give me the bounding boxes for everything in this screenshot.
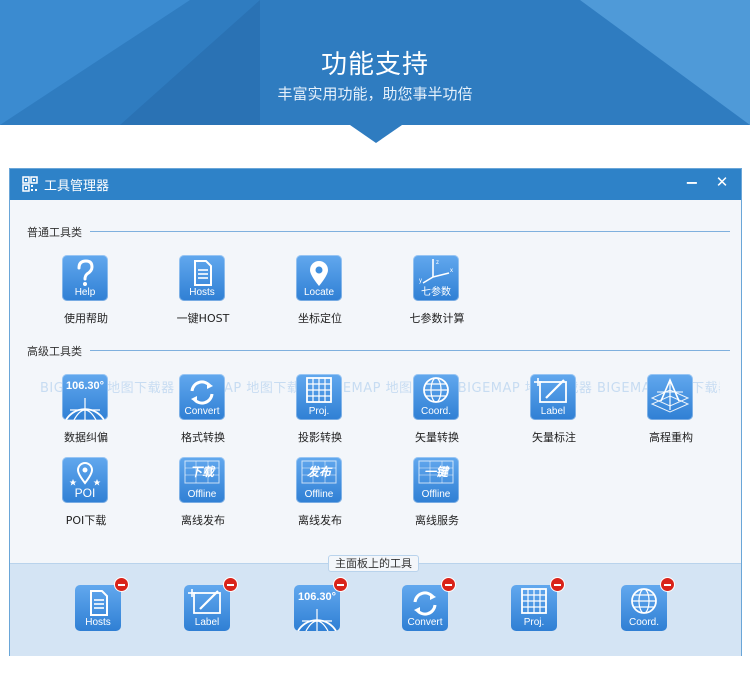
section-divider	[90, 231, 730, 232]
tool-offline-service[interactable]: 一键 Offline 离线服务	[382, 457, 492, 539]
main-panel-tools: Hosts Label 106.30° Convert Proj. Coord.	[10, 564, 741, 656]
tool-tile[interactable]: 下载 Offline	[179, 457, 225, 503]
tool-tile[interactable]: Hosts	[179, 255, 225, 301]
remove-badge[interactable]	[660, 577, 675, 592]
tool-tile[interactable]: Locate	[296, 255, 342, 301]
offline-badge-text: 一键	[424, 465, 450, 479]
tool-caption: Convert	[184, 406, 220, 417]
main-panel-label: 主面板上的工具	[328, 555, 419, 572]
tool-tile[interactable]: Coord.	[413, 374, 459, 420]
panel-tool-data-correction[interactable]: 106.30°	[294, 577, 348, 631]
panel-tool-hosts[interactable]: Hosts	[75, 577, 129, 631]
globe-grid-icon: 106.30°	[297, 591, 337, 631]
tool-label: 高程重构	[649, 431, 693, 444]
tool-caption: Convert	[407, 617, 443, 628]
tool-label: 一键HOST	[176, 312, 230, 325]
tool-caption: Locate	[303, 287, 335, 298]
svg-text:x: x	[450, 268, 453, 274]
remove-badge[interactable]	[114, 577, 129, 592]
tool-tile[interactable]: 106.30°	[62, 374, 108, 420]
banner-arrow	[350, 125, 402, 143]
tool-tile[interactable]: Proj.	[296, 374, 342, 420]
tool-offline-publish-2[interactable]: 发布 Offline 离线发布	[265, 457, 375, 539]
tool-caption: 106.30°	[66, 380, 104, 392]
tool-caption: Help	[74, 287, 96, 298]
remove-badge[interactable]	[223, 577, 238, 592]
globe-grid-icon: 106.30°	[65, 380, 105, 420]
tool-elevation-rebuild[interactable]: 高程重构	[616, 374, 726, 456]
tool-label: 离线服务	[415, 514, 459, 527]
tool-caption: Offline	[421, 489, 451, 500]
tool-label: 投影转换	[298, 431, 342, 444]
remove-badge[interactable]	[550, 577, 565, 592]
tool-tile[interactable]: Label	[530, 374, 576, 420]
tool-label: 矢量转换	[415, 431, 459, 444]
page: 功能支持 丰富实用功能，助您事半功倍 工具管理器 − ✕ 普通工具类 高级工具类…	[0, 0, 750, 674]
tool-locate[interactable]: Locate 坐标定位	[265, 255, 375, 337]
tool-caption: 106.30°	[298, 591, 336, 603]
tool-label: 格式转换	[181, 431, 225, 444]
tool-caption: Coord.	[628, 617, 659, 628]
tool-label: 矢量标注	[532, 431, 576, 444]
close-button[interactable]: ✕	[713, 173, 731, 195]
tool-vector-label[interactable]: Label 矢量标注	[499, 374, 609, 456]
tool-label: 离线发布	[298, 514, 342, 527]
section-common-label: 普通工具类	[27, 226, 82, 239]
tool-poi-download[interactable]: POI POI下载	[31, 457, 141, 539]
tool-tile[interactable]: 发布 Offline	[296, 457, 342, 503]
tool-offline-publish[interactable]: 下载 Offline 离线发布	[148, 457, 258, 539]
tool-caption: 七参数	[421, 287, 451, 298]
banner-subtitle: 丰富实用功能，助您事半功倍	[277, 85, 473, 103]
tool-tile[interactable]: Help	[62, 255, 108, 301]
tool-label: 坐标定位	[298, 312, 342, 325]
window-titlebar: 工具管理器 − ✕	[10, 169, 741, 200]
tool-help[interactable]: Help 使用帮助	[31, 255, 141, 337]
tool-caption: Hosts	[85, 617, 111, 628]
tool-caption: Proj.	[523, 617, 545, 628]
banner-title: 功能支持	[320, 50, 429, 80]
panel-tool-projection[interactable]: Proj.	[511, 577, 565, 631]
tool-tile[interactable]	[647, 374, 693, 420]
remove-badge[interactable]	[333, 577, 348, 592]
tool-vector-convert[interactable]: Coord. 矢量转换	[382, 374, 492, 456]
tool-caption: Label	[540, 406, 566, 417]
section-advanced-label: 高级工具类	[27, 345, 82, 358]
tool-label: 七参数计算	[409, 312, 465, 325]
tool-caption: Coord.	[420, 406, 451, 417]
panel-tool-coord[interactable]: Coord.	[621, 577, 675, 631]
tool-caption: Offline	[187, 489, 217, 500]
tool-caption: Hosts	[189, 287, 215, 298]
panel-tool-label[interactable]: Label	[184, 577, 238, 631]
tool-caption: POI	[74, 486, 96, 500]
tool-tile[interactable]: z x y 七参数	[413, 255, 459, 301]
tool-hosts[interactable]: Hosts 一键HOST	[148, 255, 258, 337]
qr-code-icon	[22, 176, 38, 192]
tool-data-correction[interactable]: 106.30° 数据纠偏	[31, 374, 141, 456]
tool-tile[interactable]: Convert	[179, 374, 225, 420]
tool-tile[interactable]: 一键 Offline	[413, 457, 459, 503]
minimize-button[interactable]: −	[683, 173, 701, 195]
section-divider	[90, 350, 730, 351]
tool-label: 使用帮助	[64, 312, 108, 325]
tool-format-convert[interactable]: Convert 格式转换	[148, 374, 258, 456]
offline-badge-text: 发布	[307, 465, 333, 479]
tool-label: 数据纠偏	[64, 431, 108, 444]
tool-caption: Label	[194, 617, 220, 628]
tool-projection-convert[interactable]: Proj. 投影转换	[265, 374, 375, 456]
panel-tool-convert[interactable]: Convert	[402, 577, 456, 631]
tool-caption: Proj.	[308, 406, 330, 417]
terrain-icon	[650, 377, 690, 413]
tool-label: POI下载	[65, 514, 107, 527]
svg-text:z: z	[436, 260, 439, 266]
tool-tile[interactable]: POI	[62, 457, 108, 503]
remove-badge[interactable]	[441, 577, 456, 592]
window-title: 工具管理器	[44, 179, 110, 194]
tool-caption: Offline	[304, 489, 334, 500]
tool-seven-params[interactable]: z x y 七参数 七参数计算	[382, 255, 492, 337]
header-banner: 功能支持 丰富实用功能，助您事半功倍	[0, 0, 750, 125]
tool-manager-window: 工具管理器 − ✕ 普通工具类 高级工具类 BIGEMAP 地图下载器 BIGE…	[9, 168, 742, 656]
offline-badge-text: 下载	[190, 465, 216, 479]
tool-label: 离线发布	[181, 514, 225, 527]
